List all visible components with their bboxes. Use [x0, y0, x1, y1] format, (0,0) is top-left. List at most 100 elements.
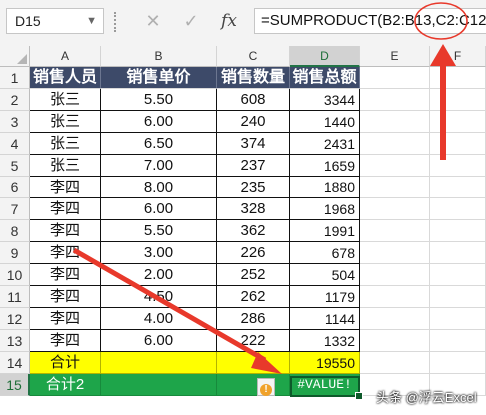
table-cell[interactable]: 5.50 — [101, 89, 217, 111]
table-cell[interactable]: 4.00 — [101, 308, 217, 330]
empty-cell[interactable] — [430, 352, 486, 374]
empty-cell[interactable] — [430, 198, 486, 220]
row-header[interactable]: 2 — [0, 89, 30, 111]
empty-cell[interactable] — [430, 330, 486, 352]
table-cell[interactable]: 7.00 — [101, 155, 217, 177]
table-cell[interactable]: 237 — [217, 155, 290, 177]
formula-input[interactable]: =SUMPRODUCT(B2:B13,C2:C12) — [254, 8, 486, 34]
chevron-down-icon[interactable]: ▼ — [86, 9, 97, 33]
empty-cell[interactable] — [430, 242, 486, 264]
table-cell[interactable]: 226 — [217, 242, 290, 264]
table-cell[interactable]: 252 — [217, 264, 290, 286]
total2-row-cell[interactable] — [101, 374, 217, 396]
table-cell[interactable]: 2431 — [290, 133, 360, 155]
table-cell[interactable]: 李四 — [30, 264, 101, 286]
table-cell[interactable]: 1991 — [290, 220, 360, 242]
table-cell[interactable]: 张三 — [30, 133, 101, 155]
header-cell[interactable]: 销售单价 — [101, 67, 217, 89]
empty-cell[interactable] — [430, 155, 486, 177]
table-cell[interactable]: 240 — [217, 111, 290, 133]
column-header-a[interactable]: A — [30, 46, 101, 67]
header-cell[interactable]: 销售人员 — [30, 67, 101, 89]
empty-cell[interactable] — [360, 111, 430, 133]
empty-cell[interactable] — [360, 67, 430, 89]
table-cell[interactable]: 张三 — [30, 111, 101, 133]
table-cell[interactable]: 李四 — [30, 330, 101, 352]
table-cell[interactable]: 1332 — [290, 330, 360, 352]
empty-cell[interactable] — [360, 286, 430, 308]
table-cell[interactable]: 328 — [217, 198, 290, 220]
check-icon[interactable]: ✓ — [180, 9, 202, 33]
table-cell[interactable]: 3.00 — [101, 242, 217, 264]
column-header-c[interactable]: C — [217, 46, 290, 67]
table-cell[interactable]: 李四 — [30, 286, 101, 308]
table-cell[interactable]: 4.50 — [101, 286, 217, 308]
empty-cell[interactable] — [360, 352, 430, 374]
empty-cell[interactable] — [430, 133, 486, 155]
total-row-cell[interactable]: 合计 — [30, 352, 101, 374]
name-box[interactable]: D15 ▼ — [6, 8, 104, 34]
total-row-cell[interactable]: 19550 — [290, 352, 360, 374]
header-cell[interactable]: 销售总额 — [290, 67, 360, 89]
table-cell[interactable]: 李四 — [30, 220, 101, 242]
row-header[interactable]: 6 — [0, 177, 30, 198]
empty-cell[interactable] — [430, 308, 486, 330]
empty-cell[interactable] — [360, 177, 430, 198]
table-cell[interactable]: 1440 — [290, 111, 360, 133]
table-cell[interactable]: 222 — [217, 330, 290, 352]
table-cell[interactable]: 362 — [217, 220, 290, 242]
empty-cell[interactable] — [430, 286, 486, 308]
empty-cell[interactable] — [360, 242, 430, 264]
total2-row-cell[interactable]: 合计2 — [30, 374, 101, 396]
empty-cell[interactable] — [430, 177, 486, 198]
empty-cell[interactable] — [360, 155, 430, 177]
table-cell[interactable]: 张三 — [30, 89, 101, 111]
row-header[interactable]: 13 — [0, 330, 30, 352]
table-cell[interactable]: 李四 — [30, 177, 101, 198]
row-header[interactable]: 7 — [0, 198, 30, 220]
row-header[interactable]: 10 — [0, 264, 30, 286]
column-header-d[interactable]: D — [290, 46, 360, 67]
row-header[interactable]: 3 — [0, 111, 30, 133]
column-header-e[interactable]: E — [360, 46, 430, 67]
table-cell[interactable]: 1144 — [290, 308, 360, 330]
table-cell[interactable]: 6.00 — [101, 330, 217, 352]
table-cell[interactable]: 1659 — [290, 155, 360, 177]
empty-cell[interactable] — [430, 264, 486, 286]
table-cell[interactable]: 608 — [217, 89, 290, 111]
empty-cell[interactable] — [360, 330, 430, 352]
total-row-cell[interactable] — [101, 352, 217, 374]
table-cell[interactable]: 678 — [290, 242, 360, 264]
empty-cell[interactable] — [360, 198, 430, 220]
empty-cell[interactable] — [360, 264, 430, 286]
table-cell[interactable]: 6.50 — [101, 133, 217, 155]
error-warning-button[interactable]: ! — [257, 378, 275, 396]
table-cell[interactable]: 6.00 — [101, 198, 217, 220]
header-cell[interactable]: 销售数量 — [217, 67, 290, 89]
row-header[interactable]: 11 — [0, 286, 30, 308]
table-cell[interactable]: 6.00 — [101, 111, 217, 133]
row-header[interactable]: 12 — [0, 308, 30, 330]
fx-icon[interactable]: fx — [218, 9, 240, 33]
empty-cell[interactable] — [360, 133, 430, 155]
table-cell[interactable]: 2.00 — [101, 264, 217, 286]
table-cell[interactable]: 262 — [217, 286, 290, 308]
close-icon[interactable]: ✕ — [142, 9, 164, 33]
table-cell[interactable]: 1880 — [290, 177, 360, 198]
total-row-cell[interactable] — [217, 352, 290, 374]
table-cell[interactable]: 374 — [217, 133, 290, 155]
row-header[interactable]: 4 — [0, 133, 30, 155]
empty-cell[interactable] — [430, 89, 486, 111]
table-cell[interactable]: 李四 — [30, 308, 101, 330]
table-cell[interactable]: 1968 — [290, 198, 360, 220]
table-cell[interactable]: 8.00 — [101, 177, 217, 198]
empty-cell[interactable] — [360, 89, 430, 111]
empty-cell[interactable] — [360, 220, 430, 242]
row-header[interactable]: 14 — [0, 352, 30, 374]
table-cell[interactable]: 286 — [217, 308, 290, 330]
table-cell[interactable]: 李四 — [30, 198, 101, 220]
row-header[interactable]: 15 — [0, 374, 30, 396]
empty-cell[interactable] — [430, 111, 486, 133]
table-cell[interactable]: 张三 — [30, 155, 101, 177]
table-cell[interactable]: 李四 — [30, 242, 101, 264]
